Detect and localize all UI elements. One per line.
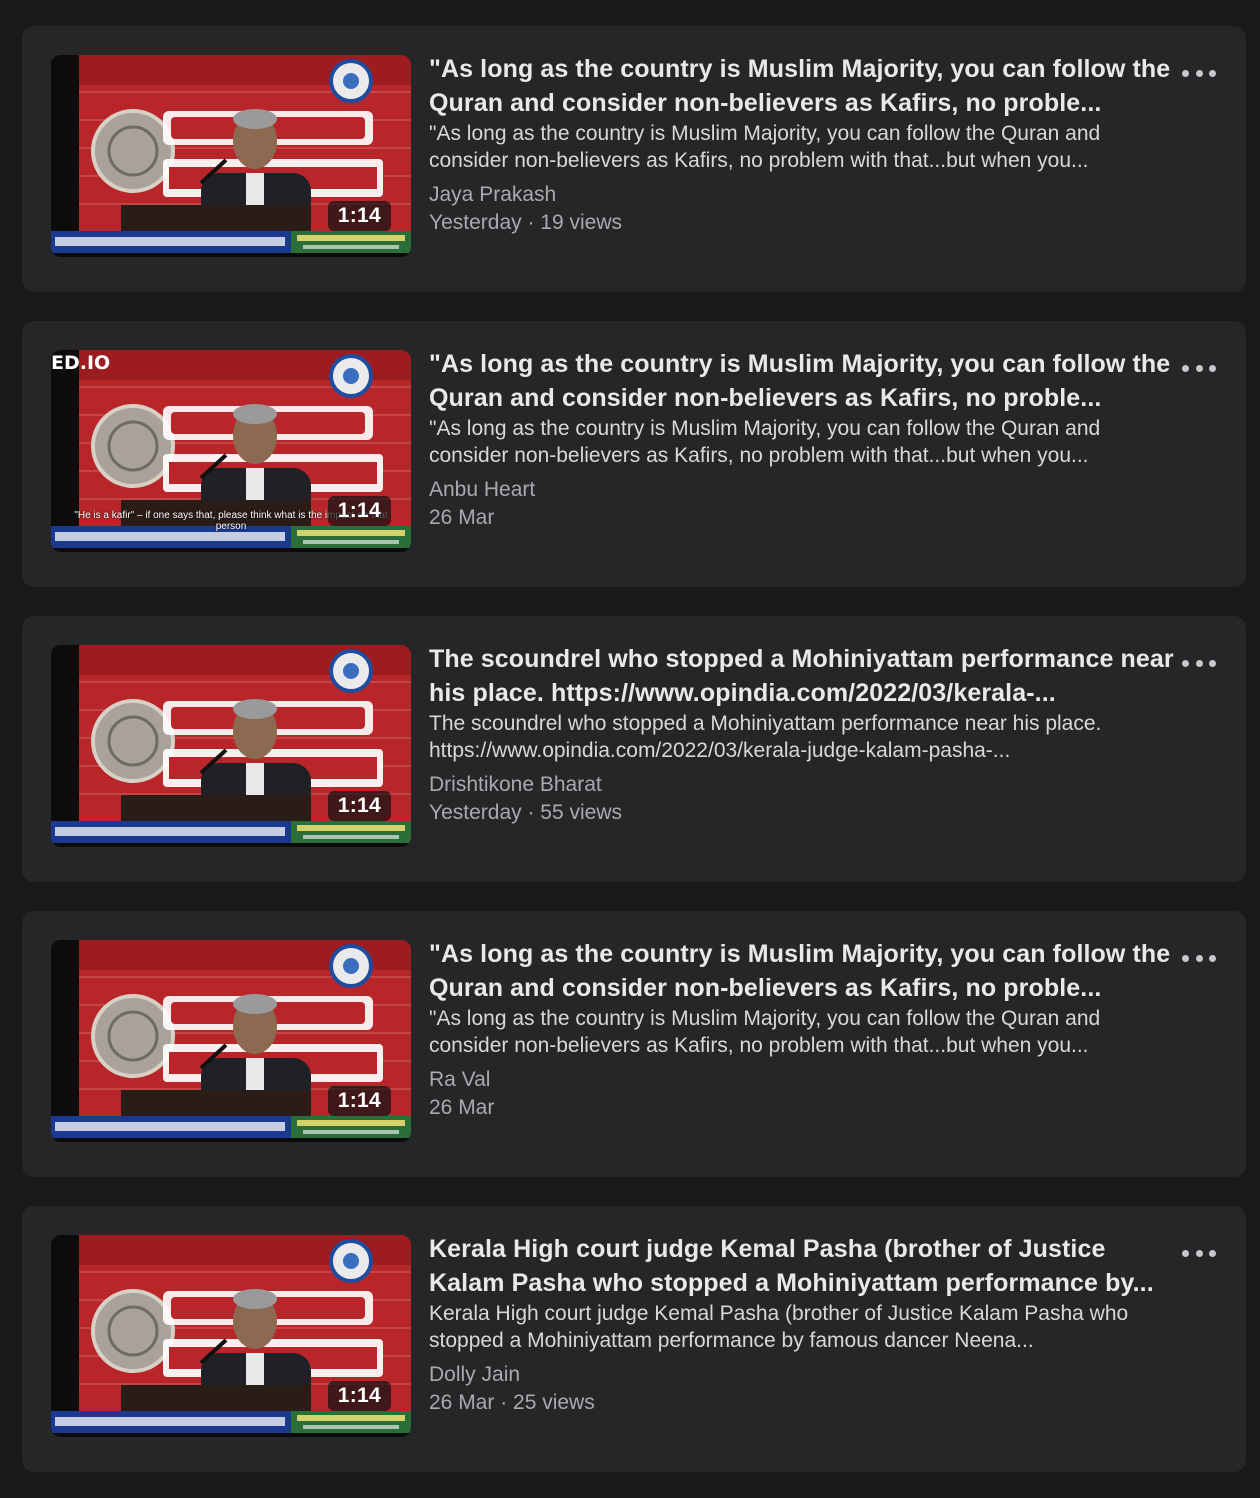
- video-info: "As long as the country is Muslim Majori…: [429, 937, 1179, 1122]
- video-duration-badge: 1:14: [327, 1086, 391, 1116]
- more-options-icon[interactable]: [1182, 1240, 1216, 1266]
- video-thumbnail[interactable]: 1:14: [51, 940, 411, 1142]
- video-title[interactable]: Kerala High court judge Kemal Pasha (bro…: [429, 1232, 1179, 1300]
- video-description: "As long as the country is Muslim Majori…: [429, 122, 1101, 172]
- more-options-icon[interactable]: [1182, 60, 1216, 86]
- more-options-icon[interactable]: [1182, 355, 1216, 381]
- video-duration-badge: 1:14: [327, 1381, 391, 1411]
- video-meta: 26 Mar: [429, 1096, 495, 1119]
- thumbnail-watermark: ED.IO: [51, 352, 111, 374]
- video-description: "As long as the country is Muslim Majori…: [429, 1007, 1101, 1057]
- video-description: The scoundrel who stopped a Mohiniyattam…: [429, 712, 1102, 762]
- video-author[interactable]: Dolly Jain: [429, 1361, 1179, 1389]
- more-options-icon[interactable]: [1182, 650, 1216, 676]
- video-thumbnail[interactable]: ED.IO "He is a kafir" – if one says that,…: [51, 350, 411, 552]
- video-author[interactable]: Jaya Prakash: [429, 181, 1179, 209]
- video-duration-badge: 1:14: [327, 496, 391, 526]
- video-meta: Yesterday · 19 views: [429, 211, 622, 234]
- video-author[interactable]: Anbu Heart: [429, 476, 1179, 504]
- video-card[interactable]: 1:14 "As long as the country is Muslim M…: [22, 26, 1246, 292]
- video-author[interactable]: Ra Val: [429, 1066, 1179, 1094]
- video-duration-badge: 1:14: [327, 201, 391, 231]
- video-description: Kerala High court judge Kemal Pasha (bro…: [429, 1302, 1129, 1352]
- video-info: "As long as the country is Muslim Majori…: [429, 347, 1179, 532]
- video-thumbnail[interactable]: 1:14: [51, 645, 411, 847]
- video-card[interactable]: 1:14 Kerala High court judge Kemal Pasha…: [22, 1206, 1246, 1472]
- video-meta: 26 Mar: [429, 506, 495, 529]
- video-card[interactable]: 1:14 "As long as the country is Muslim M…: [22, 911, 1246, 1177]
- video-info: "As long as the country is Muslim Majori…: [429, 52, 1179, 237]
- video-meta: Yesterday · 55 views: [429, 801, 622, 824]
- video-thumbnail[interactable]: 1:14: [51, 1235, 411, 1437]
- video-card[interactable]: 1:14 The scoundrel who stopped a Mohiniy…: [22, 616, 1246, 882]
- video-title[interactable]: "As long as the country is Muslim Majori…: [429, 52, 1179, 120]
- video-info: The scoundrel who stopped a Mohiniyattam…: [429, 642, 1179, 827]
- video-info: Kerala High court judge Kemal Pasha (bro…: [429, 1232, 1179, 1417]
- video-title[interactable]: The scoundrel who stopped a Mohiniyattam…: [429, 642, 1179, 710]
- video-author[interactable]: Drishtikone Bharat: [429, 771, 1179, 799]
- video-card[interactable]: ED.IO "He is a kafir" – if one says that,…: [22, 321, 1246, 587]
- video-feed: 1:14 "As long as the country is Muslim M…: [0, 0, 1260, 1498]
- video-duration-badge: 1:14: [327, 791, 391, 821]
- video-title[interactable]: "As long as the country is Muslim Majori…: [429, 347, 1179, 415]
- video-description: "As long as the country is Muslim Majori…: [429, 417, 1101, 467]
- video-meta: 26 Mar · 25 views: [429, 1391, 595, 1414]
- video-title[interactable]: "As long as the country is Muslim Majori…: [429, 937, 1179, 1005]
- video-thumbnail[interactable]: 1:14: [51, 55, 411, 257]
- more-options-icon[interactable]: [1182, 945, 1216, 971]
